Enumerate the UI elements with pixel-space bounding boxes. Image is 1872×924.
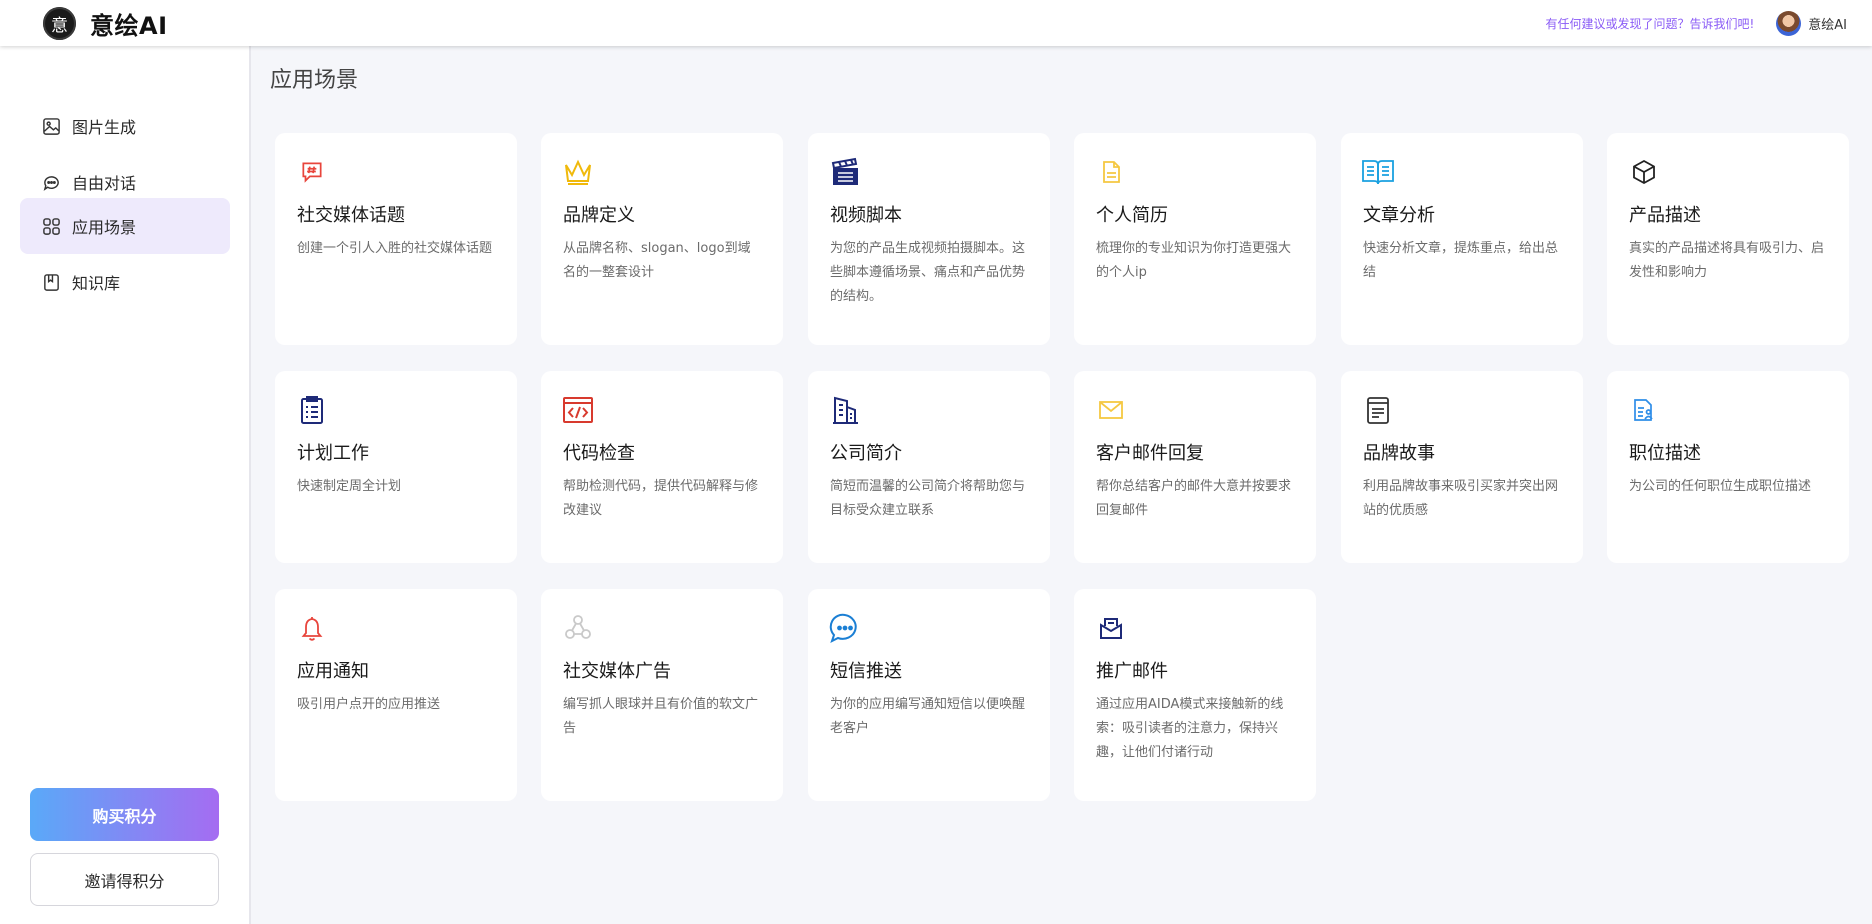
card-product-description[interactable]: 产品描述 真实的产品描述将具有吸引力、启发性和影响力 <box>1607 133 1849 345</box>
building-icon <box>828 393 862 427</box>
card-description: 为公司的任何职位生成职位描述 <box>1629 479 1812 494</box>
brand-logo: 意 <box>43 6 76 40</box>
chat-icon <box>41 172 61 192</box>
sidebar-item-image-generation[interactable]: 图片生成 <box>20 98 230 154</box>
card-title: 品牌定义 <box>563 205 635 226</box>
id-document-icon <box>1627 393 1661 427</box>
open-book-icon <box>1361 155 1395 189</box>
card-title: 文章分析 <box>1363 205 1435 226</box>
share-icon <box>561 611 595 645</box>
card-customer-email-reply[interactable]: 客户邮件回复 帮你总结客户的邮件大意并按要求回复邮件 <box>1074 371 1316 563</box>
avatar[interactable] <box>1776 10 1802 36</box>
card-description: 编写抓人眼球并且有价值的软文广告 <box>563 697 759 736</box>
hashtag-chat-icon <box>295 155 329 189</box>
feedback-link[interactable]: 有任何建议或发现了问题？告诉我们吧! <box>1545 15 1754 32</box>
bell-icon <box>295 611 329 645</box>
card-title: 品牌故事 <box>1363 443 1435 464</box>
sidebar: 图片生成 自由对话 应用场景 知识库 购买积分 邀请得积分 <box>0 46 251 924</box>
top-bar: 意 意绘AI 有任何建议或发现了问题？告诉我们吧! 意绘AI <box>0 0 1872 46</box>
sidebar-item-label: 图片生成 <box>72 118 137 137</box>
card-sms-push[interactable]: 短信推送 为你的应用编写通知短信以便唤醒老客户 <box>808 589 1050 801</box>
code-window-icon <box>561 393 595 427</box>
card-social-media-topic[interactable]: 社交媒体话题 创建一个引人入胜的社交媒体话题 <box>275 133 517 345</box>
invite-points-button[interactable]: 邀请得积分 <box>30 853 219 906</box>
card-description: 帮助检测代码，提供代码解释与修改建议 <box>563 479 759 518</box>
grid-icon <box>41 216 61 236</box>
card-description: 帮你总结客户的邮件大意并按要求回复邮件 <box>1096 479 1292 518</box>
sidebar-item-label: 知识库 <box>72 274 121 293</box>
card-description: 利用品牌故事来吸引买家并突出网站的优质感 <box>1363 479 1559 518</box>
sidebar-item-app-scenarios[interactable]: 应用场景 <box>20 198 230 254</box>
card-brand-story[interactable]: 品牌故事 利用品牌故事来吸引买家并突出网站的优质感 <box>1341 371 1583 563</box>
book-icon <box>41 272 61 292</box>
notebook-icon <box>1361 393 1395 427</box>
card-description: 创建一个引人入胜的社交媒体话题 <box>297 241 493 256</box>
card-article-analysis[interactable]: 文章分析 快速分析文章，提炼重点，给出总结 <box>1341 133 1583 345</box>
card-description: 为您的产品生成视频拍摄脚本。这些脚本遵循场景、痛点和产品优势的结构。 <box>830 241 1026 304</box>
buy-points-button[interactable]: 购买积分 <box>30 788 219 841</box>
page-title: 应用场景 <box>270 68 359 93</box>
sidebar-item-label: 应用场景 <box>72 218 137 237</box>
card-social-media-ad[interactable]: 社交媒体广告 编写抓人眼球并且有价值的软文广告 <box>541 589 783 801</box>
card-title: 短信推送 <box>830 661 902 682</box>
clapperboard-icon <box>828 155 862 189</box>
card-title: 产品描述 <box>1629 205 1701 226</box>
sidebar-item-label: 自由对话 <box>72 174 137 193</box>
card-title: 客户邮件回复 <box>1096 443 1204 464</box>
card-title: 应用通知 <box>297 661 369 682</box>
card-title: 计划工作 <box>297 443 369 464</box>
envelope-icon <box>1094 393 1128 427</box>
card-title: 职位描述 <box>1629 443 1701 464</box>
card-description: 吸引用户点开的应用推送 <box>297 697 441 712</box>
card-description: 快速分析文章，提炼重点，给出总结 <box>1363 241 1559 280</box>
card-resume[interactable]: 个人简历 梳理你的专业知识为你打造更强大的个人ip <box>1074 133 1316 345</box>
crown-icon <box>561 155 595 189</box>
card-description: 梳理你的专业知识为你打造更强大的个人ip <box>1096 241 1292 280</box>
card-company-profile[interactable]: 公司简介 简短而温馨的公司简介将帮助您与目标受众建立联系 <box>808 371 1050 563</box>
card-description: 快速制定周全计划 <box>297 479 402 494</box>
card-description: 真实的产品描述将具有吸引力、启发性和影响力 <box>1629 241 1825 280</box>
card-title: 社交媒体广告 <box>563 661 671 682</box>
card-title: 个人简历 <box>1096 205 1168 226</box>
card-description: 从品牌名称、slogan、logo到域名的一整套设计 <box>563 241 751 280</box>
clipboard-list-icon <box>295 393 329 427</box>
card-code-review[interactable]: 代码检查 帮助检测代码，提供代码解释与修改建议 <box>541 371 783 563</box>
brand-name: 意绘AI <box>90 11 168 40</box>
card-title: 视频脚本 <box>830 205 902 226</box>
card-video-script[interactable]: 视频脚本 为您的产品生成视频拍摄脚本。这些脚本遵循场景、痛点和产品优势的结构。 <box>808 133 1050 345</box>
username[interactable]: 意绘AI <box>1808 14 1847 33</box>
card-title: 推广邮件 <box>1096 661 1168 682</box>
card-job-description[interactable]: 职位描述 为公司的任何职位生成职位描述 <box>1607 371 1849 563</box>
card-title: 代码检查 <box>563 443 635 464</box>
brand[interactable]: 意 意绘AI <box>43 6 168 41</box>
card-work-plan[interactable]: 计划工作 快速制定周全计划 <box>275 371 517 563</box>
mail-inbox-icon <box>1094 611 1128 645</box>
cube-icon <box>1627 155 1661 189</box>
card-title: 社交媒体话题 <box>297 205 405 226</box>
card-description: 简短而温馨的公司简介将帮助您与目标受众建立联系 <box>830 479 1026 518</box>
document-icon <box>1094 155 1128 189</box>
image-icon <box>41 116 61 136</box>
top-right: 有任何建议或发现了问题？告诉我们吧! 意绘AI <box>1545 0 1847 46</box>
card-description: 通过应用AIDA模式来接触新的线索：吸引读者的注意力，保持兴趣，让他们付诸行动 <box>1096 697 1284 760</box>
card-app-notification[interactable]: 应用通知 吸引用户点开的应用推送 <box>275 589 517 801</box>
card-brand-definition[interactable]: 品牌定义 从品牌名称、slogan、logo到域名的一整套设计 <box>541 133 783 345</box>
sidebar-item-knowledge-base[interactable]: 知识库 <box>20 254 230 310</box>
card-title: 公司简介 <box>830 443 902 464</box>
card-promo-email[interactable]: 推广邮件 通过应用AIDA模式来接触新的线索：吸引读者的注意力，保持兴趣，让他们… <box>1074 589 1316 801</box>
card-description: 为你的应用编写通知短信以便唤醒老客户 <box>830 697 1026 736</box>
message-bubble-icon <box>828 611 862 645</box>
